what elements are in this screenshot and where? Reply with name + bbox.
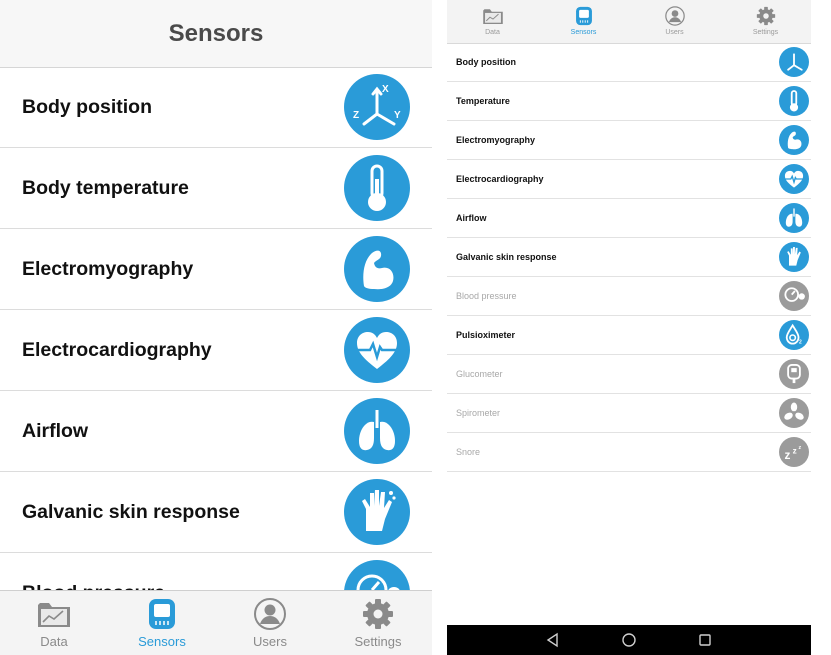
arm-muscle-icon: [779, 125, 809, 155]
thermometer-icon: [779, 86, 809, 116]
sensor-row-snore[interactable]: Snore zzz: [447, 433, 811, 472]
sensor-row-blood-pressure[interactable]: Blood pressure: [0, 553, 432, 593]
sensor-list: Body position X Y Z Body temperature Elect…: [0, 67, 432, 593]
svg-text:2: 2: [799, 340, 802, 346]
page-title: Sensors: [168, 19, 264, 47]
glucometer-icon: [779, 359, 809, 389]
tab-label: Settings: [354, 634, 402, 649]
sensor-row-body-position[interactable]: Body position: [447, 43, 811, 82]
heart-ecg-icon: [344, 317, 410, 383]
sensor-row-glucometer[interactable]: Glucometer: [447, 355, 811, 394]
lungs-icon: [779, 203, 809, 233]
sensor-row-electromyography[interactable]: Electromyography: [447, 121, 811, 160]
tab-settings[interactable]: Settings: [324, 591, 432, 655]
thermometer-icon: [344, 155, 410, 221]
body-position-axes-icon: X Y Z: [344, 74, 410, 140]
svg-text:z: z: [799, 445, 802, 451]
sensor-row-galvanic-skin-response[interactable]: Galvanic skin response: [447, 238, 811, 277]
navigation-bar: Sensors: [0, 0, 432, 68]
sensor-row-spirometer[interactable]: Spirometer: [447, 394, 811, 433]
snore-zzz-icon: zzz: [779, 437, 809, 467]
sensor-label: Glucometer: [456, 369, 503, 379]
svg-text:z: z: [793, 446, 797, 455]
arm-muscle-icon: [344, 236, 410, 302]
svg-text:Y: Y: [394, 110, 401, 121]
gear-icon: [755, 5, 777, 27]
recents-square-icon[interactable]: [697, 632, 713, 648]
user-icon: [252, 597, 288, 631]
sensor-label: Body temperature: [22, 177, 189, 199]
chart-folder-icon: [36, 597, 72, 631]
hand-icon: [779, 242, 809, 272]
tab-users[interactable]: Users: [629, 0, 720, 43]
tab-label: Settings: [752, 29, 779, 36]
sensor-label: Spirometer: [456, 408, 501, 418]
sensor-label: Electromyography: [22, 258, 194, 280]
sensor-chip-icon: [573, 5, 595, 27]
sensor-row-airflow[interactable]: Airflow: [0, 391, 432, 472]
sensor-row-temperature[interactable]: Temperature: [447, 82, 811, 121]
heart-ecg-icon: [779, 164, 809, 194]
tab-label: Data: [485, 29, 500, 36]
sensor-row-electrocardiography[interactable]: Electrocardiography: [0, 310, 432, 391]
lungs-icon: [344, 398, 410, 464]
sensor-label: Snore: [456, 447, 481, 457]
tab-data[interactable]: Data: [0, 591, 108, 655]
sensor-label: Airflow: [456, 213, 487, 223]
sensor-chip-icon: [144, 597, 180, 631]
sensor-row-airflow[interactable]: Airflow: [447, 199, 811, 238]
tab-label: Users: [253, 634, 287, 649]
sensor-label: Pulsioximeter: [456, 330, 516, 340]
sensor-label: Airflow: [22, 420, 89, 442]
sensor-row-electrocardiography[interactable]: Electrocardiography: [447, 160, 811, 199]
tab-label: Sensors: [138, 634, 186, 649]
tab-users[interactable]: Users: [216, 591, 324, 655]
blood-pressure-gauge-icon: [779, 281, 809, 311]
sensor-list: Body position Temperature Electromyograp…: [447, 43, 811, 472]
sensor-label: Blood pressure: [22, 582, 166, 593]
sensor-label: Galvanic skin response: [456, 252, 557, 262]
sensor-row-blood-pressure[interactable]: Blood pressure: [447, 277, 811, 316]
tab-data[interactable]: Data: [447, 0, 538, 43]
svg-text:z: z: [784, 448, 790, 462]
tab-bar: Data Sensors Users Settings: [0, 590, 432, 655]
ios-screen: Sensors Body position X Y Z Body temperatu…: [0, 0, 432, 655]
sensor-label: Blood pressure: [456, 291, 517, 301]
sensor-label: Galvanic skin response: [22, 501, 240, 523]
tab-settings[interactable]: Settings: [720, 0, 811, 43]
spirometer-fan-icon: [779, 398, 809, 428]
sensor-row-electromyography[interactable]: Electromyography: [0, 229, 432, 310]
body-position-axes-icon: [779, 47, 809, 77]
sensor-label: Body position: [456, 57, 516, 67]
sensor-row-pulsioximeter[interactable]: Pulsioximeter 2: [447, 316, 811, 355]
hand-icon: [344, 479, 410, 545]
tab-bar: Data Sensors Users Settings: [447, 0, 811, 44]
sensor-label: Electrocardiography: [456, 174, 544, 184]
back-triangle-icon[interactable]: [545, 632, 561, 648]
pulse-oximeter-drop-icon: 2: [779, 320, 809, 350]
sensor-label: Body position: [22, 96, 152, 118]
chart-folder-icon: [482, 5, 504, 27]
gear-icon: [360, 597, 396, 631]
tab-sensors[interactable]: Sensors: [108, 591, 216, 655]
svg-text:X: X: [382, 84, 389, 95]
tab-label: Data: [40, 634, 68, 649]
home-circle-icon[interactable]: [621, 632, 637, 648]
sensor-label: Electromyography: [456, 135, 536, 145]
tab-label: Sensors: [570, 29, 597, 36]
svg-text:Z: Z: [353, 110, 359, 121]
sensor-row-body-temperature[interactable]: Body temperature: [0, 148, 432, 229]
sensor-row-body-position[interactable]: Body position X Y Z: [0, 67, 432, 148]
blood-pressure-gauge-icon: [344, 560, 410, 593]
sensor-label: Electrocardiography: [22, 339, 212, 361]
sensor-label: Temperature: [456, 96, 510, 106]
tab-sensors[interactable]: Sensors: [538, 0, 629, 43]
android-screen: Data Sensors Users Settings Body positio…: [447, 0, 811, 655]
tab-label: Users: [665, 29, 684, 36]
android-navigation-bar: [447, 625, 811, 655]
user-icon: [664, 5, 686, 27]
sensor-row-galvanic-skin-response[interactable]: Galvanic skin response: [0, 472, 432, 553]
